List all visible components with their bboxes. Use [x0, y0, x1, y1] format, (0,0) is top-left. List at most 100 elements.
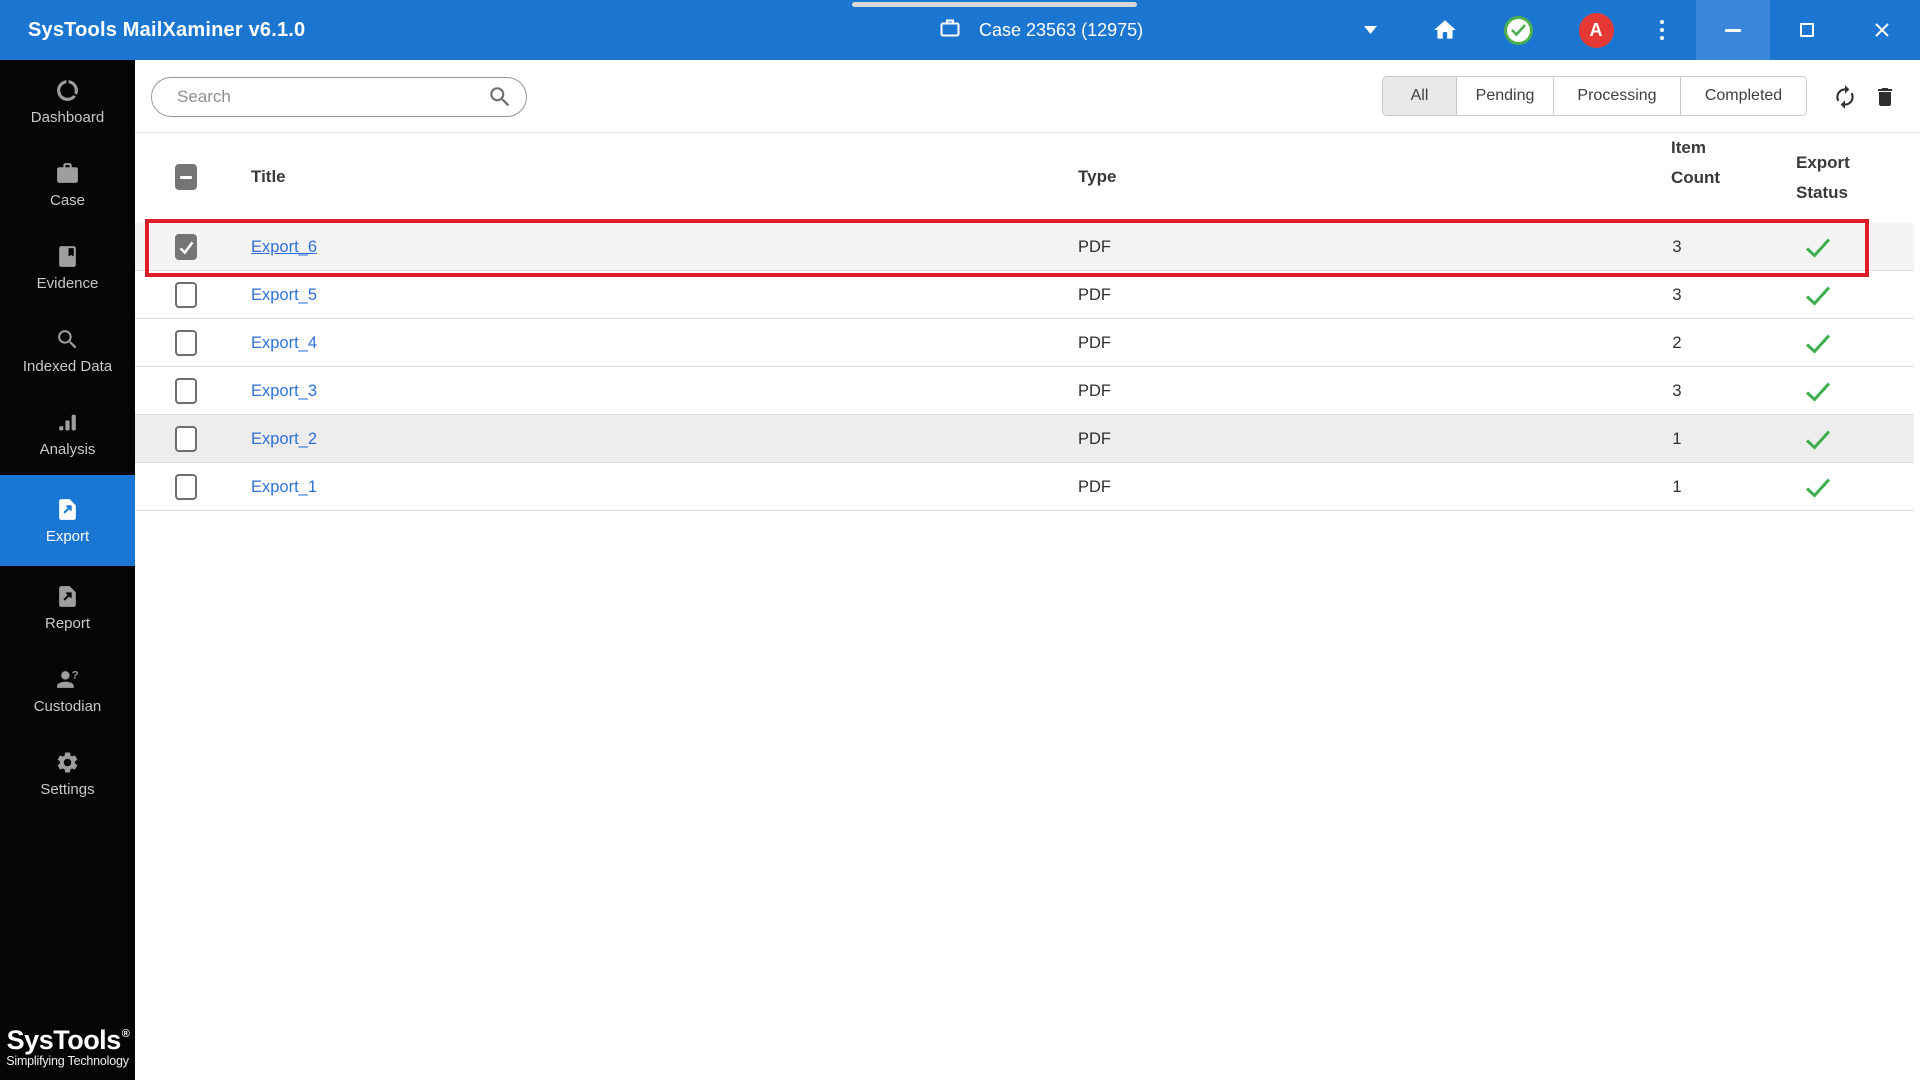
- sidebar-item-label: Report: [44, 614, 91, 632]
- sidebar-item-report[interactable]: Report: [0, 566, 135, 649]
- dashboard-icon: [55, 78, 81, 104]
- item-count-value: 2: [1672, 333, 1682, 352]
- sidebar-item-indexed-data[interactable]: Indexed Data: [0, 309, 135, 392]
- table-row[interactable]: Export_6 PDF 3: [135, 223, 1914, 271]
- export-type: PDF: [1078, 381, 1111, 400]
- row-checkbox[interactable]: [175, 234, 197, 260]
- export-type: PDF: [1078, 285, 1111, 304]
- filter-tab-processing[interactable]: Processing: [1553, 77, 1680, 115]
- status-filter-tabs: All Pending Processing Completed: [1382, 76, 1807, 116]
- close-button[interactable]: [1844, 0, 1920, 60]
- select-all-checkbox[interactable]: [175, 164, 197, 190]
- logo-registered-mark: ®: [121, 1028, 130, 1040]
- export-title-link[interactable]: Export_2: [251, 430, 317, 449]
- sidebar-item-label: Indexed Data: [22, 357, 113, 375]
- table-row[interactable]: Export_5 PDF 3: [135, 271, 1914, 319]
- row-checkbox[interactable]: [175, 282, 197, 308]
- export-title-link[interactable]: Export_3: [251, 382, 317, 401]
- report-icon: [55, 584, 81, 610]
- table-row[interactable]: Export_4 PDF 2: [135, 319, 1914, 367]
- item-count-value: 1: [1672, 429, 1682, 448]
- column-header-title: Title: [251, 167, 286, 186]
- export-title-link[interactable]: Export_6: [251, 238, 317, 257]
- filter-tab-pending[interactable]: Pending: [1456, 77, 1553, 115]
- case-label: Case 23563 (12975): [979, 19, 1144, 40]
- export-type: PDF: [1078, 477, 1111, 496]
- table-row[interactable]: Export_3 PDF 3: [135, 367, 1914, 415]
- check-circle-icon: [1503, 15, 1533, 45]
- sidebar-item-label: Evidence: [36, 274, 99, 292]
- column-header-type: Type: [1078, 167, 1117, 186]
- sidebar-item-evidence[interactable]: Evidence: [0, 226, 135, 309]
- completed-check-icon: [1805, 477, 1831, 498]
- completed-check-icon: [1805, 237, 1831, 258]
- home-icon: [1434, 20, 1456, 39]
- sidebar-item-label: Export: [45, 527, 90, 545]
- export-type: PDF: [1078, 237, 1111, 256]
- item-count-value: 3: [1672, 237, 1682, 256]
- completed-check-icon: [1805, 285, 1831, 306]
- close-icon: [1875, 23, 1889, 37]
- completed-check-icon: [1805, 429, 1831, 450]
- custodian-icon: ?: [55, 667, 81, 693]
- sidebar-item-label: Case: [49, 191, 86, 209]
- export-status-cell: [1803, 271, 1833, 319]
- refresh-button[interactable]: [1831, 83, 1859, 111]
- column-header-item-count: Item Count: [1671, 138, 1721, 187]
- export-type: PDF: [1078, 429, 1111, 448]
- sidebar-item-dashboard[interactable]: Dashboard: [0, 60, 135, 143]
- sidebar-item-case[interactable]: Case: [0, 143, 135, 226]
- app-title: SysTools MailXaminer v6.1.0: [28, 18, 306, 41]
- row-checkbox[interactable]: [175, 474, 197, 500]
- table-row[interactable]: Export_2 PDF 1: [135, 415, 1914, 463]
- maximize-button[interactable]: [1770, 0, 1844, 60]
- search-input[interactable]: [151, 77, 527, 117]
- systools-logo: SysTools® Simplifying Technology: [0, 1025, 135, 1069]
- delete-button[interactable]: [1871, 83, 1899, 111]
- sidebar-item-label: Settings: [40, 780, 95, 798]
- export-title-link[interactable]: Export_5: [251, 286, 317, 305]
- chevron-down-icon: [1363, 26, 1377, 34]
- export-status-cell: [1803, 223, 1833, 271]
- logo-brand: SysTools: [6, 1025, 122, 1055]
- more-options-button[interactable]: [1644, 0, 1680, 60]
- avatar: A: [1578, 12, 1614, 48]
- settings-icon: [55, 750, 81, 776]
- export-table: Export_6 PDF 3 Export_5 PDF 3 Export_4 P…: [135, 223, 1914, 511]
- filter-tab-completed[interactable]: Completed: [1680, 77, 1806, 115]
- sidebar-item-settings[interactable]: Settings: [0, 732, 135, 815]
- export-type: PDF: [1078, 333, 1111, 352]
- refresh-icon: [1836, 85, 1854, 109]
- briefcase-icon: [938, 16, 962, 45]
- export-icon: [55, 497, 81, 523]
- logo-tagline: Simplifying Technology: [6, 1054, 129, 1068]
- trash-icon: [1878, 88, 1892, 106]
- row-checkbox[interactable]: [175, 330, 197, 356]
- sidebar-item-analysis[interactable]: Analysis: [0, 392, 135, 475]
- sidebar-item-label: Custodian: [33, 697, 102, 715]
- home-button[interactable]: [1427, 0, 1463, 60]
- analysis-icon: [55, 410, 81, 436]
- export-status-cell: [1803, 463, 1833, 511]
- user-menu[interactable]: A: [1576, 0, 1616, 60]
- filter-tab-all[interactable]: All: [1383, 77, 1456, 115]
- sidebar-item-custodian[interactable]: ? Custodian: [0, 649, 135, 732]
- export-title-link[interactable]: Export_4: [251, 334, 317, 353]
- row-checkbox[interactable]: [175, 426, 197, 452]
- case-selector[interactable]: Case 23563 (12975): [938, 0, 1143, 60]
- status-badge[interactable]: [1500, 0, 1536, 60]
- row-checkbox[interactable]: [175, 378, 197, 404]
- sidebar-item-export[interactable]: Export: [0, 475, 135, 566]
- export-status-cell: [1803, 415, 1833, 463]
- indexed-data-icon: [55, 327, 81, 353]
- titlebar: SysTools MailXaminer v6.1.0 Case 23563 (…: [0, 0, 1920, 60]
- kebab-menu-icon: [1660, 20, 1664, 40]
- case-icon: [55, 161, 81, 187]
- export-title-link[interactable]: Export_1: [251, 478, 317, 497]
- evidence-icon: [55, 244, 81, 270]
- table-row[interactable]: Export_1 PDF 1: [135, 463, 1914, 511]
- minimize-button[interactable]: [1696, 0, 1770, 60]
- case-dropdown-button[interactable]: [1352, 0, 1388, 60]
- item-count-value: 3: [1672, 285, 1682, 304]
- column-header-export-status: Export Status: [1796, 153, 1850, 202]
